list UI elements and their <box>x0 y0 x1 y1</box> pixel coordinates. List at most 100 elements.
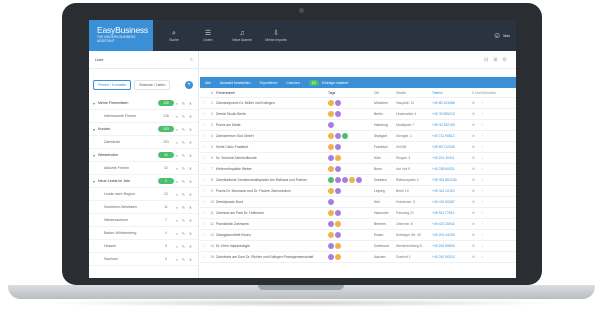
table-row[interactable]: ☐ 12 Praxisklinik Zahnwerk Bremen Obernstr. … <box>200 219 516 230</box>
toolbar-item-4[interactable]: Löschen <box>287 81 300 85</box>
row-checkbox[interactable]: ☐ <box>200 156 208 160</box>
row-checkbox[interactable]: ☐ <box>200 123 208 127</box>
tag-dot[interactable] <box>328 111 334 117</box>
more-icon[interactable]: › <box>482 233 512 237</box>
more-icon[interactable]: › <box>482 134 512 138</box>
column-header[interactable]: Ort <box>374 91 396 95</box>
tag-dot[interactable] <box>328 155 334 161</box>
table-row[interactable]: ☐ 11 Zahnarzt am Park Dr. Hoffmann Hannover… <box>200 208 516 219</box>
phone-link[interactable]: +49 431 90087 <box>432 200 472 204</box>
phone-link[interactable]: +49 341 22119 <box>432 189 472 193</box>
tab-2[interactable]: Branche / Listen <box>134 80 171 90</box>
mail-icon[interactable]: ✉ <box>472 112 482 116</box>
row-checkbox[interactable]: ☐ <box>200 101 208 105</box>
tag-dot[interactable] <box>335 243 341 249</box>
search-icon[interactable]: ⌕ <box>176 192 178 197</box>
group-item[interactable]: ▾ Kunden 253 ⌕ ✎ ✕ <box>89 123 198 136</box>
phone-link[interactable]: +49 228 60021 <box>432 167 472 171</box>
row-checkbox[interactable]: ☐ <box>200 222 208 226</box>
mail-icon[interactable]: ✉ <box>472 101 482 105</box>
company-name[interactable]: Dentalpraxis Nord <box>216 200 328 204</box>
company-name[interactable]: Zahnarztpraxis Dr. Müller und Kollegen <box>216 101 328 105</box>
edit-icon[interactable]: ✎ <box>182 205 185 210</box>
company-name[interactable]: Dental Studio Berlin <box>216 112 328 116</box>
company-name[interactable]: Zahngesundheit Essen <box>216 233 328 237</box>
phone-link[interactable]: +49 421 30542 <box>432 222 472 226</box>
search-icon[interactable]: ⌕ <box>176 166 178 171</box>
more-icon[interactable]: › <box>482 244 512 248</box>
row-checkbox[interactable]: ☐ <box>200 112 208 116</box>
tag-dot[interactable] <box>328 144 334 150</box>
search-icon[interactable]: ⌕ <box>176 257 178 262</box>
table-row[interactable]: ☐ 10 Dentalpraxis Nord Kiel Holstenstr. 5 +49… <box>200 197 516 208</box>
row-checkbox[interactable]: ☐ <box>200 244 208 248</box>
company-name[interactable]: Zahnärztliche Gemeinschaftspraxis Am Rat… <box>216 178 328 182</box>
more-icon[interactable]: › <box>482 145 512 149</box>
delete-icon[interactable]: ✕ <box>189 218 192 223</box>
tag-dot[interactable] <box>335 221 341 227</box>
group-item[interactable]: ▾ Wiederholen 42 ⌕ ✎ ✕ <box>89 149 198 162</box>
table-row[interactable]: ☐ 9 Praxis Dr. Neumann und Dr. Fischer Zah… <box>200 186 516 197</box>
more-icon[interactable]: › <box>482 156 512 160</box>
delete-icon[interactable]: ✕ <box>189 179 192 184</box>
row-checkbox[interactable]: ☐ <box>200 200 208 204</box>
group-item[interactable]: ▾ Neue Leads im Jahr 2 ⌕ ✎ ✕ <box>89 175 198 188</box>
mail-icon[interactable]: ✉ <box>472 211 482 215</box>
search-icon[interactable]: ⌕ <box>176 244 178 249</box>
mail-icon[interactable]: ✉ <box>472 200 482 204</box>
mail-icon[interactable]: ✉ <box>472 222 482 226</box>
search-icon[interactable]: ⌕ <box>176 218 178 223</box>
column-header[interactable]: Straße <box>396 91 432 95</box>
phone-link[interactable]: +49 231 65500 <box>432 244 472 248</box>
tag-dot[interactable] <box>335 144 341 150</box>
edit-icon[interactable]: ✎ <box>182 257 185 262</box>
table-row[interactable]: ☐ 8 Zahnärztliche Gemeinschaftspraxis Am R… <box>200 175 516 186</box>
tag-dot[interactable] <box>335 177 341 183</box>
list-item[interactable]: Zahnärzte 253 ⌕ ✎ ✕ <box>89 136 198 149</box>
mail-icon[interactable]: ✉ <box>472 145 482 149</box>
delete-icon[interactable]: ✕ <box>189 153 192 158</box>
mail-icon[interactable]: ✉ <box>472 255 482 259</box>
mail-icon[interactable]: ✉ <box>472 167 482 171</box>
phone-link[interactable]: +49 89 123456 <box>432 101 472 105</box>
search-icon[interactable]: ⌕ <box>176 114 178 119</box>
mail-icon[interactable]: ✉ <box>472 134 482 138</box>
more-icon[interactable]: › <box>482 123 512 127</box>
tag-dot[interactable] <box>349 177 355 183</box>
tag-dot[interactable] <box>342 177 348 183</box>
row-checkbox[interactable]: ☐ <box>200 145 208 149</box>
table-row[interactable]: ☐ 3 Praxis am Markt Hamburg Marktplatz 7 +49 … <box>200 120 516 131</box>
more-icon[interactable]: › <box>482 189 512 193</box>
company-name[interactable]: Dr. Klein Implantologie <box>216 244 328 248</box>
delete-icon[interactable]: ✕ <box>189 166 192 171</box>
tag-dot[interactable] <box>328 166 334 172</box>
more-icon[interactable]: › <box>482 255 512 259</box>
more-icon[interactable]: › <box>482 101 512 105</box>
tag-dot[interactable] <box>328 122 334 128</box>
app-logo[interactable]: EasyBusiness THE MODERN BUSINESS ASSISTA… <box>89 20 153 51</box>
list-item[interactable]: Niedersachsen 7 ⌕ ✎ ✕ <box>89 214 198 227</box>
tag-dot[interactable] <box>328 133 334 139</box>
nav-item-listen[interactable]: ☰ Listen <box>191 29 225 42</box>
company-name[interactable]: Smile Clinic Frankfurt <box>216 145 328 149</box>
edit-icon[interactable]: ✎ <box>182 127 185 132</box>
toolbar-item-2[interactable]: Auswahl bearbeiten <box>220 81 251 85</box>
table-row[interactable]: ☐ 7 Kieferorthopädie Weber Bonn Am Hof 9 +49 … <box>200 164 516 175</box>
edit-icon[interactable]: ✎ <box>182 140 185 145</box>
tag-dot[interactable] <box>328 177 334 183</box>
table-row[interactable]: ☐ 5 Smile Clinic Frankfurt Frankfurt Zeil 88… <box>200 142 516 153</box>
row-checkbox[interactable]: ☐ <box>200 211 208 215</box>
company-name[interactable]: Kieferorthopädie Weber <box>216 167 328 171</box>
edit-icon[interactable]: ✎ <box>182 166 185 171</box>
toolbar-item-3[interactable]: Exportieren <box>260 81 278 85</box>
tag-dot[interactable] <box>335 155 341 161</box>
column-header[interactable]: Telefon <box>432 91 472 95</box>
list-item[interactable]: Nordrhein-Westfalen 11 ⌕ ✎ ✕ <box>89 201 198 214</box>
tag-dot[interactable] <box>342 133 348 139</box>
search-icon[interactable]: ⌕ <box>176 140 178 145</box>
tag-dot[interactable] <box>328 199 334 205</box>
edit-icon[interactable]: ✎ <box>182 218 185 223</box>
more-icon[interactable]: › <box>482 211 512 215</box>
group-item[interactable]: ▾ Meine Firmenlisten 128 ⌕ ✎ ✕ <box>89 97 198 110</box>
tag-dot[interactable] <box>335 232 341 238</box>
